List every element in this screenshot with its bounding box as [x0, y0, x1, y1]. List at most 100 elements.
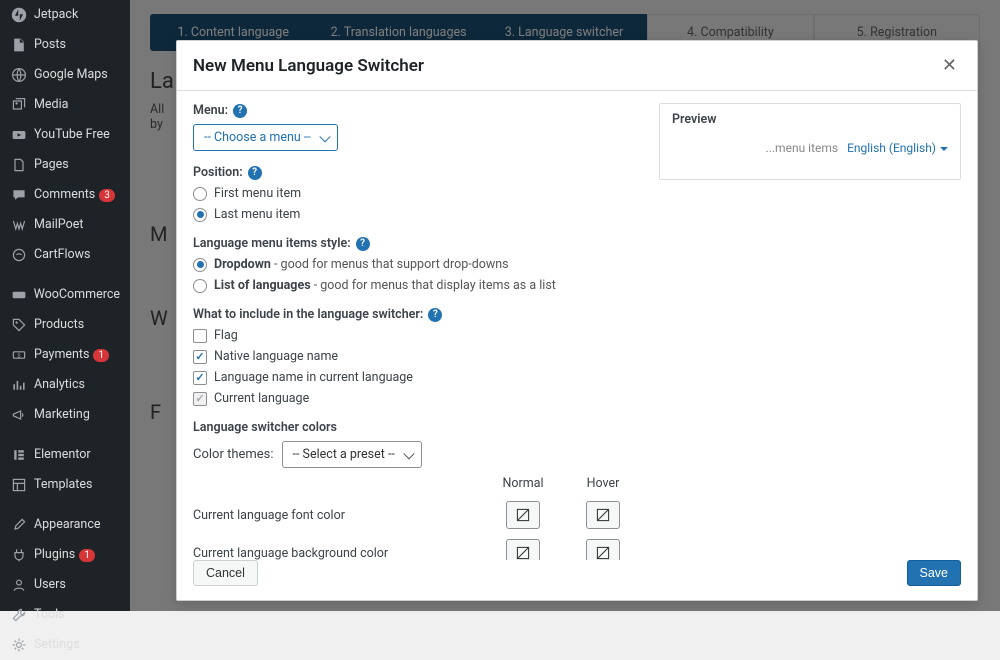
check-current-language[interactable]: Current language: [193, 391, 643, 406]
admin-sidebar: Jetpack Posts Google Maps Media YouTube …: [0, 0, 130, 611]
sidebar-label: Users: [34, 577, 66, 593]
check-native-name[interactable]: Native language name: [193, 349, 643, 364]
checkbox-icon: [193, 392, 207, 406]
sidebar-item-analytics[interactable]: Analytics: [0, 370, 130, 400]
mail-icon: [10, 216, 28, 234]
help-icon[interactable]: ?: [233, 104, 247, 118]
sidebar-item-mailpoet[interactable]: MailPoet: [0, 210, 130, 240]
sidebar-label: MailPoet: [34, 217, 83, 233]
cancel-button[interactable]: Cancel: [193, 560, 258, 586]
sidebar-item-marketing[interactable]: Marketing: [0, 400, 130, 430]
pin-icon: [10, 36, 28, 54]
sidebar-item-elementor[interactable]: Elementor: [0, 440, 130, 470]
sidebar-label: Google Maps: [34, 67, 108, 83]
preview-title: Preview: [672, 112, 948, 127]
sidebar-label: Settings: [34, 637, 80, 653]
help-icon[interactable]: ?: [428, 308, 442, 322]
sidebar-item-media[interactable]: Media: [0, 90, 130, 120]
user-icon: [10, 576, 28, 594]
sidebar-label: Payments: [34, 347, 89, 363]
sidebar-item-comments[interactable]: Comments3: [0, 180, 130, 210]
sidebar-label: Media: [34, 97, 68, 113]
sidebar-item-users[interactable]: Users: [0, 570, 130, 600]
sidebar-label: Products: [34, 317, 84, 333]
sidebar-label: Templates: [34, 477, 92, 493]
preview-language-link[interactable]: English (English): [847, 141, 948, 155]
plug-icon: [10, 546, 28, 564]
checkbox-icon: [193, 350, 207, 364]
gear-icon: [10, 636, 28, 654]
close-button[interactable]: ✕: [938, 53, 961, 78]
brush-icon: [10, 516, 28, 534]
sidebar-label: Elementor: [34, 447, 91, 463]
chart-icon: [10, 376, 28, 394]
checkbox-label: Current language: [214, 391, 309, 406]
templates-icon: [10, 476, 28, 494]
color-swatch-font-normal[interactable]: [506, 501, 540, 529]
radio-dropdown[interactable]: Dropdown - good for menus that support d…: [193, 257, 643, 272]
tag-icon: [10, 316, 28, 334]
sidebar-item-settings[interactable]: Settings: [0, 630, 130, 660]
globe-icon: [10, 66, 28, 84]
checkbox-label: Native language name: [214, 349, 338, 364]
sidebar-item-cartflows[interactable]: CartFlows: [0, 240, 130, 270]
help-icon[interactable]: ?: [248, 166, 262, 180]
checkbox-icon: [193, 329, 207, 343]
preview-panel: Preview ...menu items English (English): [659, 103, 961, 180]
sidebar-item-googlemaps[interactable]: Google Maps: [0, 60, 130, 90]
checkbox-label: Flag: [214, 328, 238, 343]
radio-icon: [193, 187, 207, 201]
sidebar-item-templates[interactable]: Templates: [0, 470, 130, 500]
radio-last-menu-item[interactable]: Last menu item: [193, 207, 643, 222]
include-label: What to include in the language switcher…: [193, 307, 643, 322]
check-flag[interactable]: Flag: [193, 328, 643, 343]
sidebar-label: Posts: [34, 37, 66, 53]
color-theme-select[interactable]: -- Select a preset --: [282, 441, 422, 468]
sidebar-item-plugins[interactable]: Plugins1: [0, 540, 130, 570]
sidebar-label: Jetpack: [34, 7, 78, 23]
sidebar-label: Pages: [34, 157, 69, 173]
colors-label: Language switcher colors: [193, 420, 643, 435]
radio-label: Dropdown - good for menus that support d…: [214, 257, 509, 272]
sidebar-item-payments[interactable]: $ Payments 1: [0, 340, 130, 370]
svg-text:$: $: [17, 352, 20, 359]
check-current-name[interactable]: Language name in current language: [193, 370, 643, 385]
sidebar-item-pages[interactable]: Pages: [0, 150, 130, 180]
radio-list[interactable]: List of languages - good for menus that …: [193, 278, 643, 293]
radio-icon: [193, 258, 207, 272]
preview-placeholder: ...menu items: [766, 141, 839, 155]
sidebar-label: YouTube Free: [34, 127, 110, 143]
sidebar-item-products[interactable]: Products: [0, 310, 130, 340]
pages-icon: [10, 156, 28, 174]
position-label: Position:?: [193, 165, 643, 180]
color-swatch-bg-normal[interactable]: [506, 539, 540, 560]
modal-dialog: New Menu Language Switcher ✕ Menu:? -- C…: [176, 40, 978, 601]
wrench-icon: [10, 606, 28, 624]
video-icon: [10, 126, 28, 144]
help-icon[interactable]: ?: [356, 237, 370, 251]
badge: 1: [93, 349, 109, 362]
radio-first-menu-item[interactable]: First menu item: [193, 186, 643, 201]
sidebar-item-woocommerce[interactable]: WooCommerce: [0, 280, 130, 310]
radio-label: First menu item: [214, 186, 301, 201]
sidebar-label: Appearance: [34, 517, 101, 533]
menu-select[interactable]: -- Choose a menu --: [193, 124, 338, 151]
save-button[interactable]: Save: [907, 560, 962, 586]
sidebar-item-youtube[interactable]: YouTube Free: [0, 120, 130, 150]
sidebar-item-posts[interactable]: Posts: [0, 30, 130, 60]
sidebar-label: CartFlows: [34, 247, 91, 263]
sidebar-label: Comments: [34, 187, 95, 203]
badge: 1: [79, 549, 95, 562]
woo-icon: [10, 286, 28, 304]
sidebar-label: Marketing: [34, 407, 90, 423]
modal-footer: Cancel Save: [177, 560, 977, 600]
sidebar-item-tools[interactable]: Tools: [0, 600, 130, 630]
cart-icon: [10, 246, 28, 264]
sidebar-item-jetpack[interactable]: Jetpack: [0, 0, 130, 30]
sidebar-label: WooCommerce: [34, 287, 120, 303]
color-swatch-font-hover[interactable]: [586, 501, 620, 529]
sidebar-item-appearance[interactable]: Appearance: [0, 510, 130, 540]
color-swatch-bg-hover[interactable]: [586, 539, 620, 560]
radio-icon: [193, 279, 207, 293]
money-icon: $: [10, 346, 28, 364]
